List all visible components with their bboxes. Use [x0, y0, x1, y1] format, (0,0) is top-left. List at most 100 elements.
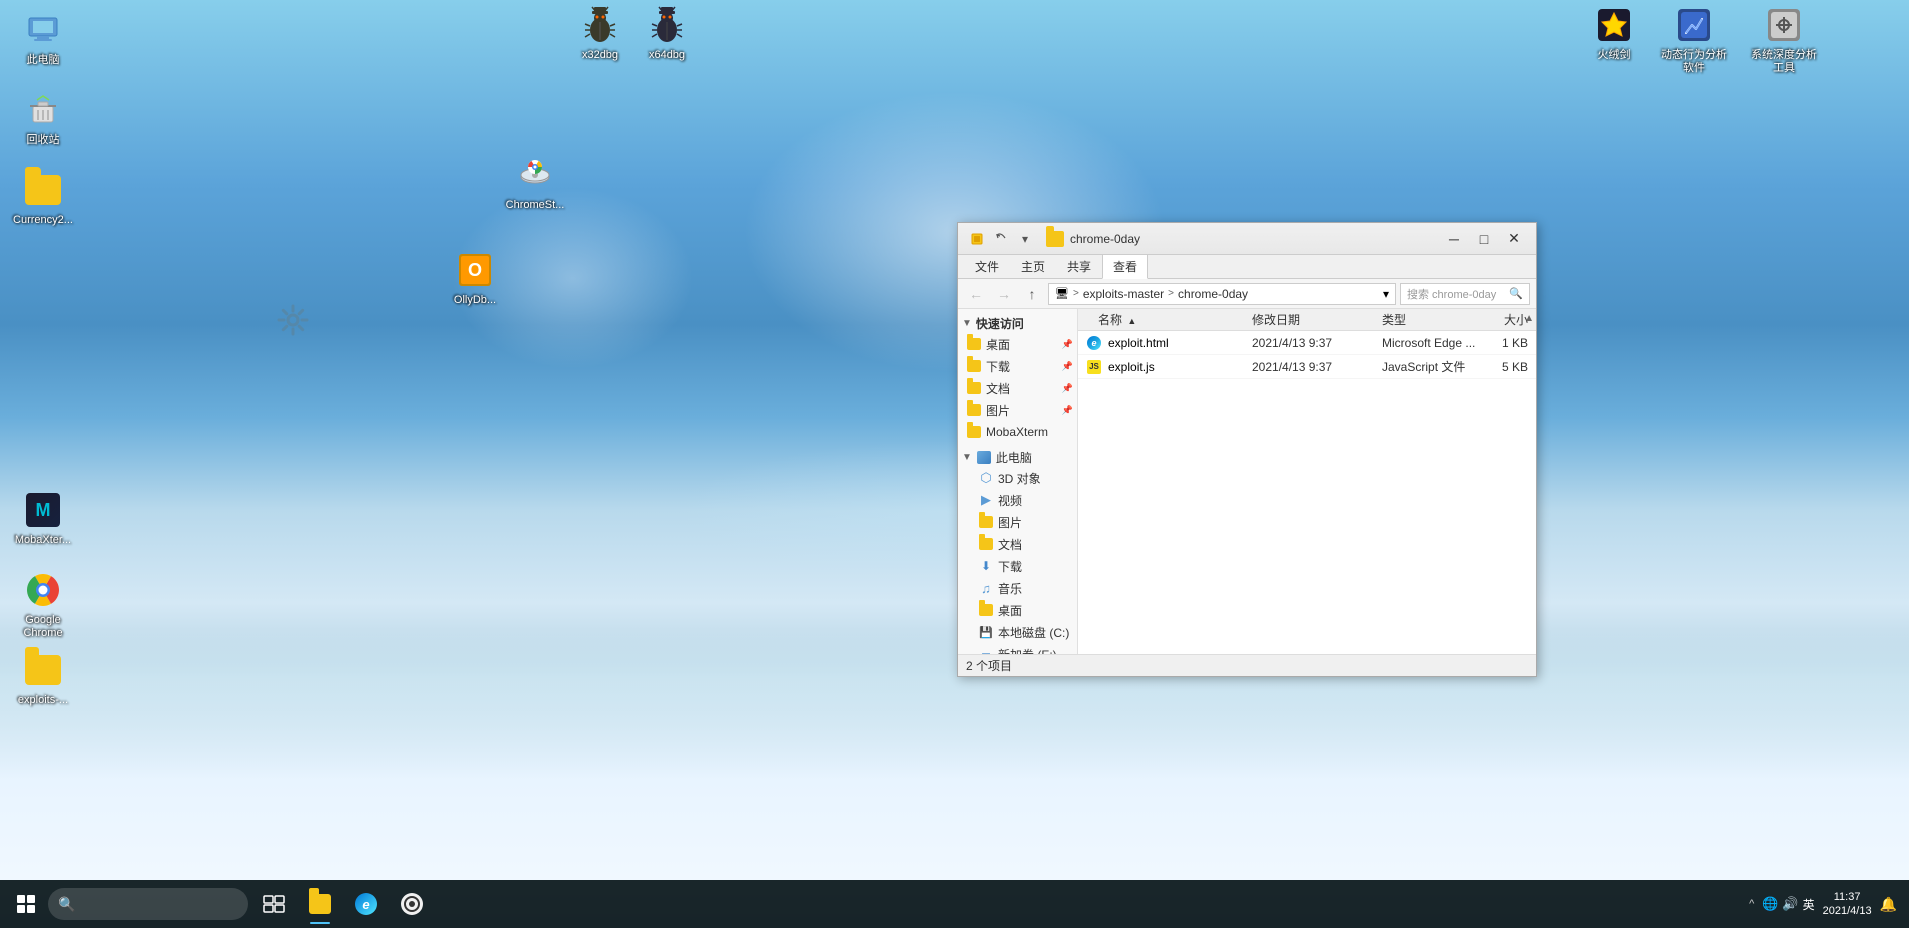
sidebar-item-mobaxterm[interactable]: MobaXterm [958, 421, 1077, 443]
sidebar-docs-pin: 📌 [1062, 383, 1073, 394]
sidebar-item-pc-pictures[interactable]: 图片 [958, 511, 1077, 533]
sidebar-item-pc-downloads[interactable]: ⬇ 下载 [958, 555, 1077, 577]
address-part-exploits[interactable]: exploits-master [1083, 287, 1164, 301]
desktop-icon-x32dbg[interactable]: x32dbg [565, 5, 635, 62]
tab-share[interactable]: 共享 [1056, 254, 1102, 278]
volume-icon[interactable]: 🔊 [1782, 896, 1798, 912]
title-bar: ▾ chrome-0day ─ □ ✕ [958, 223, 1536, 255]
forward-button[interactable]: → [992, 283, 1016, 305]
sidebar-desktop-label: 桌面 [986, 336, 1010, 353]
desktop-icon-label-dynamic: 动态行为分析软件 [1661, 49, 1727, 75]
file-type-exploit-html: Microsoft Edge ... [1376, 336, 1476, 350]
sidebar-pictures-pin: 📌 [1062, 405, 1073, 416]
file-row-exploit-js[interactable]: JS exploit.js 2021/4/13 9:37 JavaScript … [1078, 355, 1536, 379]
sidebar-item-video[interactable]: ▶ 视频 [958, 489, 1077, 511]
sidebar-item-downloads[interactable]: 下载 📌 [958, 355, 1077, 377]
file-row-exploit-html[interactable]: exploit.html 2021/4/13 9:37 Microsoft Ed… [1078, 331, 1536, 355]
sidebar-pictures-icon [966, 402, 982, 418]
start-button[interactable] [4, 882, 48, 926]
sidebar-item-docs[interactable]: 文档 📌 [958, 377, 1077, 399]
steelseries-taskbar-icon [401, 893, 423, 915]
desktop-icon-label-exploits: exploits-... [18, 694, 68, 707]
sidebar-item-drive-e1[interactable]: ─ 新加卷 (E:) [958, 643, 1077, 654]
sidebar-item-drive-c[interactable]: 💾 本地磁盘 (C:) [958, 621, 1077, 643]
minimize-button[interactable]: ─ [1440, 228, 1468, 250]
desktop-icon-google-chrome[interactable]: GoogleChrome [8, 570, 78, 640]
taskbar-task-view[interactable] [252, 882, 296, 926]
sidebar-item-pc-docs[interactable]: 文档 [958, 533, 1077, 555]
desktop-icon-huorong[interactable]: 火绒剑 [1579, 5, 1649, 62]
title-bar-left: ▾ chrome-0day [966, 228, 1140, 250]
desktop-icon-label-sysdeep: 系统深度分析工具 [1751, 49, 1817, 75]
title-folder-icon [1046, 231, 1064, 247]
desktop-icon-dynamic[interactable]: 动态行为分析软件 [1659, 5, 1729, 75]
gear-icon [273, 300, 313, 340]
up-button[interactable]: ↑ [1020, 283, 1044, 305]
quick-access-dropdown-btn[interactable]: ▾ [1014, 228, 1036, 250]
dynamic-icon [1674, 5, 1714, 45]
address-bar[interactable]: 🖥 > exploits-master > chrome-0day ▾ [1048, 283, 1396, 305]
tab-home[interactable]: 主页 [1010, 254, 1056, 278]
col-header-name[interactable]: 名称 ▲ [1078, 311, 1246, 328]
sidebar-downloads-label: 下载 [986, 358, 1010, 375]
desktop-icon-this-pc[interactable]: 此电脑 [8, 10, 78, 67]
quick-access-properties-btn[interactable] [966, 228, 988, 250]
address-part-chrome0day[interactable]: chrome-0day [1178, 287, 1248, 301]
taskbar-file-explorer[interactable] [298, 882, 342, 926]
sidebar-item-pc-desktop[interactable]: 桌面 [958, 599, 1077, 621]
x32dbg-icon [580, 5, 620, 45]
taskbar-steelseries[interactable] [390, 882, 434, 926]
col-header-date[interactable]: 修改日期 [1246, 311, 1376, 328]
title-text: chrome-0day [1070, 232, 1140, 246]
sidebar-this-pc-header[interactable]: ▼ 此电脑 [958, 447, 1077, 467]
search-icon: 🔍 [1509, 287, 1523, 300]
sidebar-quick-access-header[interactable]: ▼ 快速访问 [958, 313, 1077, 333]
sidebar-item-desktop[interactable]: 桌面 📌 [958, 333, 1077, 355]
quick-access-undo-btn[interactable] [990, 228, 1012, 250]
tray-expand-icon[interactable]: ^ [1749, 898, 1754, 910]
maximize-button[interactable]: □ [1470, 228, 1498, 250]
back-button[interactable]: ← [964, 283, 988, 305]
sidebar-pc-pictures-label: 图片 [998, 514, 1022, 531]
sidebar-downloads-pin: 📌 [1062, 361, 1073, 372]
search-box[interactable]: 搜索 chrome-0day 🔍 [1400, 283, 1530, 305]
tab-view[interactable]: 查看 [1102, 254, 1148, 279]
sidebar-drive-e1-icon: ─ [978, 646, 994, 654]
language-indicator[interactable]: 英 [1803, 896, 1815, 913]
close-button[interactable]: ✕ [1500, 228, 1528, 250]
desktop-icon-exploits[interactable]: exploits-... [8, 650, 78, 707]
desktop-icon-currency[interactable]: Currency2... [8, 170, 78, 227]
sys-tray-icons: 🌐 🔊 英 [1762, 896, 1814, 913]
file-list: exploit.html 2021/4/13 9:37 Microsoft Ed… [1078, 331, 1536, 654]
desktop: 此电脑 回收站 [0, 0, 1909, 928]
desktop-icon-sysdeep[interactable]: 系统深度分析工具 [1749, 5, 1819, 75]
sidebar-pictures-label: 图片 [986, 402, 1010, 419]
x64dbg-icon [647, 5, 687, 45]
address-home-icon: 🖥 [1055, 287, 1069, 300]
ollydbg-icon: O [455, 250, 495, 290]
sidebar-item-pictures[interactable]: 图片 📌 [958, 399, 1077, 421]
col-header-type[interactable]: 类型 [1376, 311, 1476, 328]
sidebar-3d-label: 3D 对象 [998, 470, 1041, 487]
desktop-icon-label-google-chrome: GoogleChrome [23, 614, 62, 640]
desktop-icon-gear[interactable] [258, 300, 328, 344]
clock[interactable]: 11:37 2021/4/13 [1823, 890, 1872, 919]
desktop-icon-x64dbg[interactable]: x64dbg [632, 5, 702, 62]
tab-file[interactable]: 文件 [964, 254, 1010, 278]
address-dropdown-btn[interactable]: ▾ [1383, 287, 1389, 301]
sidebar-item-music[interactable]: ♫ 音乐 [958, 577, 1077, 599]
desktop-icon-chrome-setup[interactable]: ChromeSt... [500, 155, 570, 212]
sidebar-3d-icon: ⬡ [978, 470, 994, 486]
content-area: ▼ 快速访问 桌面 📌 下载 📌 [958, 309, 1536, 654]
sidebar-item-3dobjects[interactable]: ⬡ 3D 对象 [958, 467, 1077, 489]
notification-icon[interactable]: 🔔 [1880, 896, 1897, 913]
desktop-icon-mobaxt[interactable]: M MobaXter... [8, 490, 78, 547]
taskbar-search[interactable]: 🔍 [48, 888, 248, 920]
desktop-icon-label-x64dbg: x64dbg [649, 49, 685, 62]
windows-logo-icon [17, 895, 35, 913]
desktop-icon-ollydbg[interactable]: O OllyDb... [440, 250, 510, 307]
desktop-icon-recycle[interactable]: 回收站 [8, 90, 78, 147]
network-icon[interactable]: 🌐 [1762, 896, 1778, 912]
taskbar-edge[interactable]: e [344, 882, 388, 926]
desktop-icon-label-currency: Currency2... [13, 214, 73, 227]
